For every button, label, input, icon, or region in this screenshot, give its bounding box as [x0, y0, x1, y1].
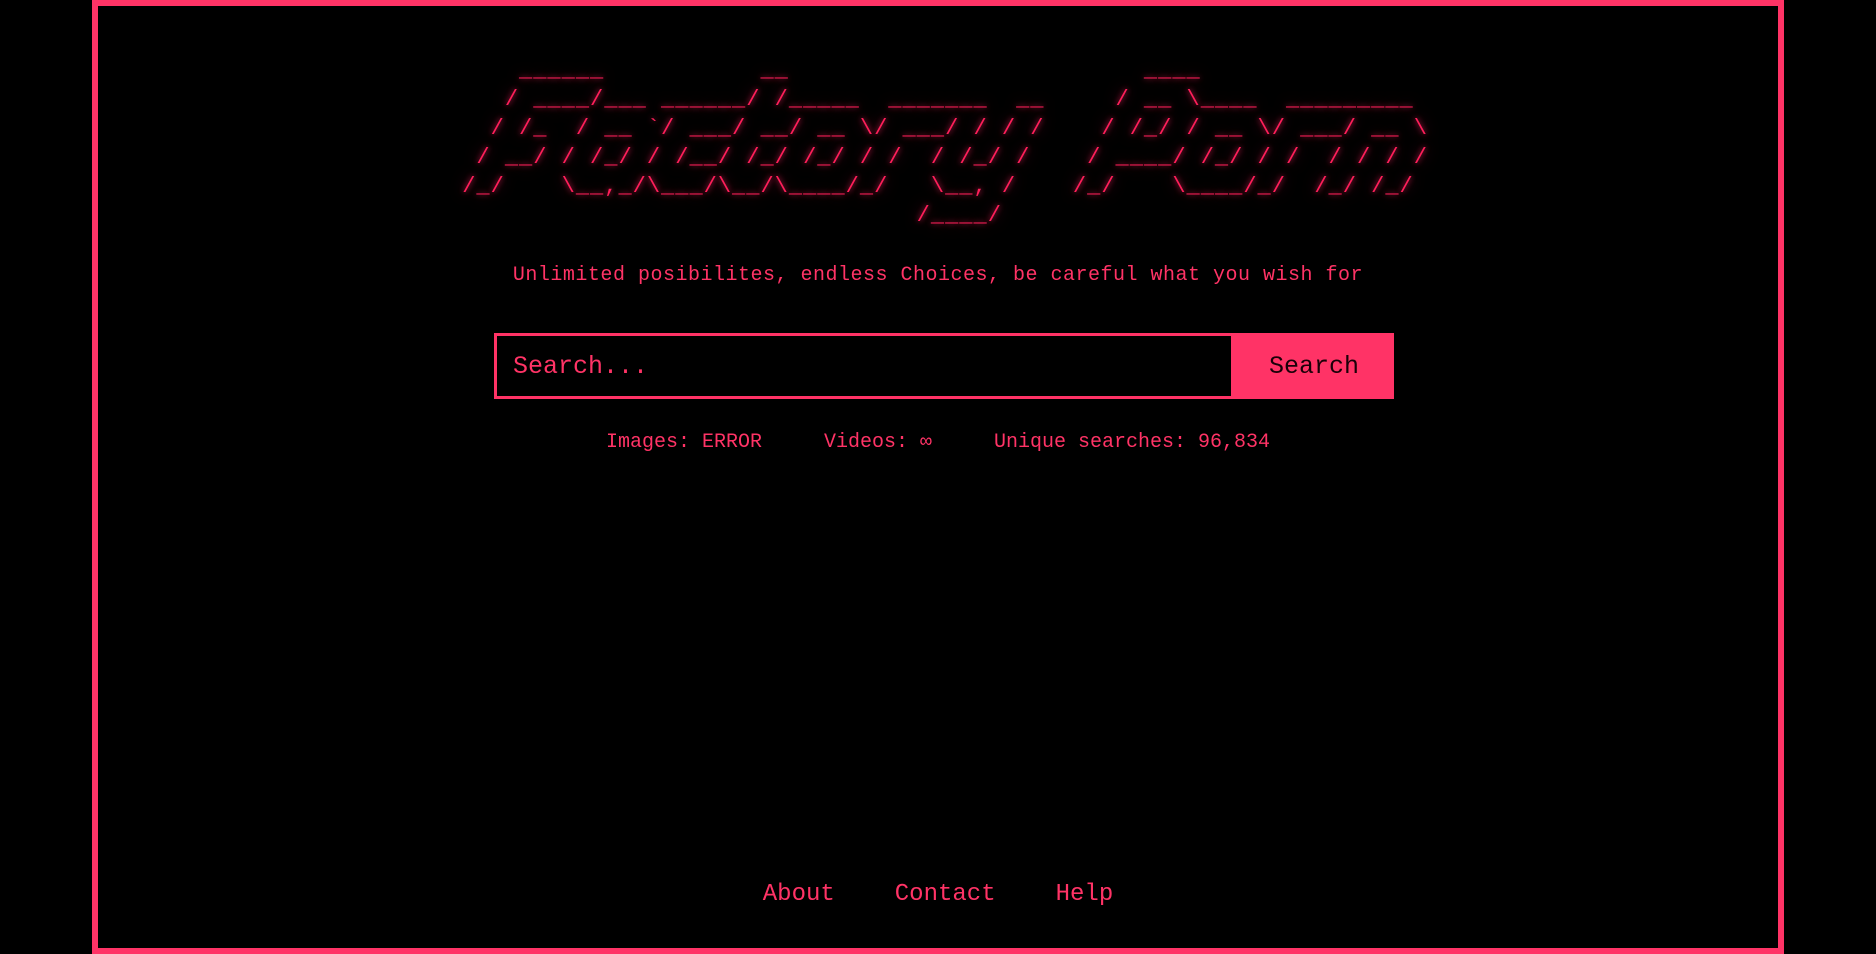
- page-frame: ______ __ ____ / ____/___ ______/ /_____…: [92, 0, 1784, 954]
- search-form: Search: [494, 333, 1394, 399]
- search-input[interactable]: [494, 333, 1234, 399]
- footer-nav: About Contact Help: [98, 881, 1778, 908]
- logo-container: ______ __ ____ / ____/___ ______/ /_____…: [98, 56, 1778, 230]
- images-count: Images: ERROR: [605, 431, 762, 454]
- about-link[interactable]: About: [763, 881, 835, 908]
- ascii-logo: ______ __ ____ / ____/___ ______/ /_____…: [462, 58, 1428, 228]
- search-button[interactable]: Search: [1234, 333, 1394, 399]
- contact-link[interactable]: Contact: [895, 881, 996, 908]
- tagline: Unlimited posibilites, endless Choices, …: [512, 264, 1364, 287]
- help-link[interactable]: Help: [1056, 881, 1114, 908]
- videos-count: Videos: ∞: [823, 431, 932, 454]
- unique-searches-count: Unique searches: 96,834: [994, 431, 1271, 454]
- stats-bar: Images: ERROR Videos: ∞ Unique searches:…: [98, 431, 1778, 454]
